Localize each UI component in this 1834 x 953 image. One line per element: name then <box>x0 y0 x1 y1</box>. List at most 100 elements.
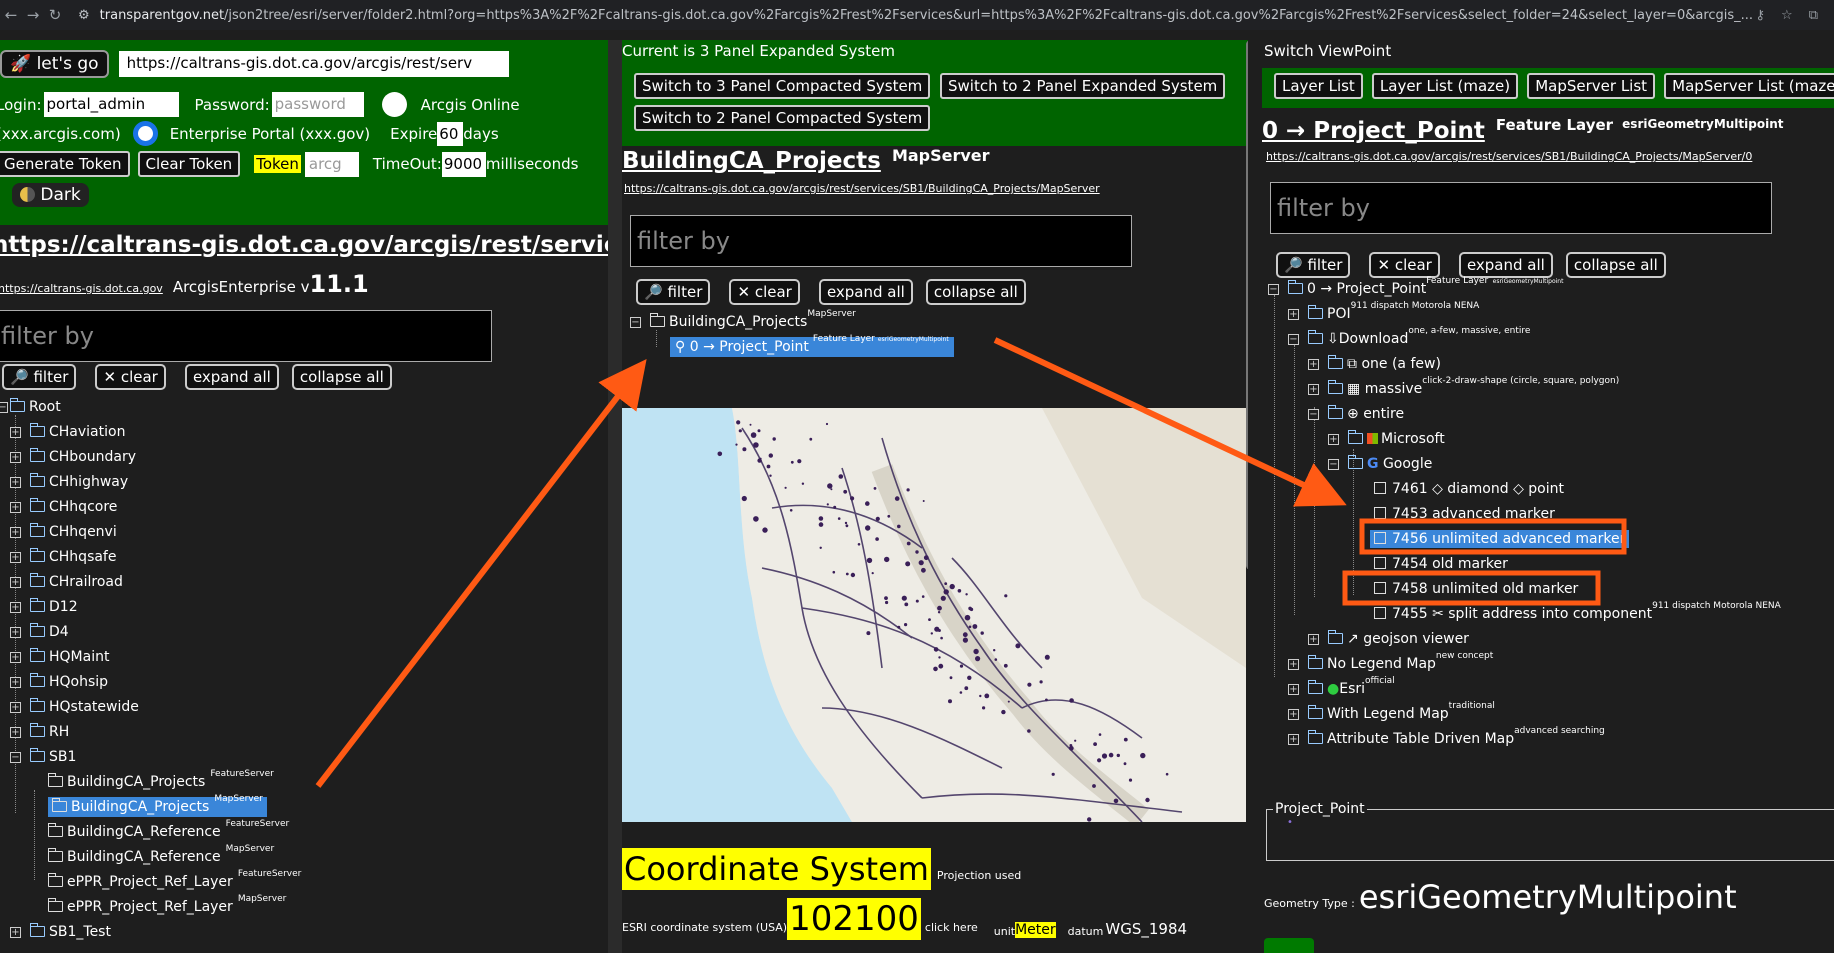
expand-icon[interactable]: + <box>10 427 21 438</box>
tree-entire[interactable]: − ⊕ entire <box>1262 402 1834 427</box>
expand-icon[interactable]: + <box>10 627 21 638</box>
tree-folder-sb1-test[interactable]: + SB1_Test <box>0 920 608 945</box>
key-icon[interactable]: ⚷ <box>1756 8 1766 23</box>
tree-layer-root[interactable]: − 0 → Project_PointFeature Layer esriGeo… <box>1262 277 1834 302</box>
tree-folder[interactable]: − SB1 <box>0 745 608 770</box>
tree-google-7453[interactable]: 7453 advanced marker <box>1262 502 1834 527</box>
tree-service[interactable]: BuildingCA_Reference MapServer <box>0 845 608 870</box>
clear-button[interactable]: ✕ clear <box>95 364 166 390</box>
expand-icon[interactable]: + <box>10 502 21 513</box>
expand-icon[interactable]: + <box>1288 684 1299 695</box>
tree-one-a-few[interactable]: + ⧉ one (a few) <box>1262 352 1834 377</box>
filter-input[interactable]: filter by <box>1270 182 1772 234</box>
root-url-link[interactable]: https://caltrans-gis.dot.ca.gov <box>0 282 163 295</box>
filter-input[interactable]: filter by <box>630 215 1132 267</box>
tree-folder[interactable]: + CHhqsafe <box>0 545 608 570</box>
expand-icon[interactable]: + <box>1308 384 1319 395</box>
tree-service[interactable]: BuildingCA_Projects FeatureServer <box>0 770 608 795</box>
collapse-icon[interactable]: − <box>0 402 8 413</box>
wkid-value[interactable]: 102100 <box>787 898 921 940</box>
filter-button[interactable]: 🔎 filter <box>2 364 77 390</box>
collapse-icon[interactable]: − <box>630 317 641 328</box>
expand-icon[interactable]: + <box>1288 709 1299 720</box>
tree-microsoft[interactable]: + Microsoft <box>1262 427 1834 452</box>
expand-icon[interactable]: + <box>10 602 21 613</box>
password-input[interactable]: password <box>271 92 364 117</box>
address-bar[interactable]: ⚙ transparentgov.net /json2tree/esri/ser… <box>78 8 1756 23</box>
expand-all-button[interactable]: expand all <box>1458 252 1553 278</box>
tree-layer-project-point[interactable]: ⚲ 0 → Project_Point Feature Layer esriGeom… <box>630 335 1230 360</box>
tree-folder[interactable]: + CHaviation <box>0 420 608 445</box>
dark-mode-button[interactable]: Dark <box>12 183 89 207</box>
panel-divider-left[interactable] <box>608 40 622 953</box>
expand-icon[interactable]: + <box>10 577 21 588</box>
clear-button[interactable]: ✕ clear <box>729 279 800 305</box>
expand-icon[interactable]: + <box>10 677 21 688</box>
lets-go-button[interactable]: 🚀 let's go <box>0 50 109 78</box>
expand-icon[interactable]: + <box>1308 359 1319 370</box>
collapse-icon[interactable]: − <box>1308 409 1319 420</box>
collapse-icon[interactable]: − <box>1268 284 1279 295</box>
tree-service[interactable]: BuildingCA_Projects MapServer <box>0 795 608 820</box>
tree-service-root[interactable]: − BuildingCA_ProjectsMapServer <box>630 310 1230 335</box>
timeout-input[interactable]: 9000 <box>441 151 486 177</box>
tree-folder[interactable]: + CHhighway <box>0 470 608 495</box>
expand-all-button[interactable]: expand all <box>818 279 913 305</box>
mapserver-list-maze-button[interactable]: MapServer List (maze <box>1664 73 1834 99</box>
click-here-link[interactable]: click here <box>925 921 978 934</box>
tree-folder[interactable]: + RH <box>0 720 608 745</box>
url-input[interactable]: https://caltrans-gis.dot.ca.gov/arcgis/r… <box>118 51 509 77</box>
expire-input[interactable]: 60 <box>437 121 464 146</box>
layer-title-link[interactable]: 0 → Project_Point <box>1262 118 1485 144</box>
expand-icon[interactable]: + <box>1288 659 1299 670</box>
reload-icon[interactable]: ↻ <box>44 6 66 24</box>
tree-with-legend-map[interactable]: + With Legend Maptraditional <box>1262 702 1834 727</box>
expand-icon[interactable]: + <box>10 652 21 663</box>
expand-all-button[interactable]: expand all <box>184 364 279 390</box>
tree-service[interactable]: ePPR_Project_Ref_Layer MapServer <box>0 895 608 920</box>
collapse-icon[interactable]: − <box>1328 459 1339 470</box>
clear-button[interactable]: ✕ clear <box>1369 252 1440 278</box>
expand-icon[interactable]: + <box>10 927 21 938</box>
panel-divider-right[interactable] <box>1248 40 1262 953</box>
collapse-all-button[interactable]: collapse all <box>1565 252 1666 278</box>
expand-icon[interactable]: + <box>1308 634 1319 645</box>
service-title-link[interactable]: BuildingCA_Projects <box>622 148 881 174</box>
services-url-link[interactable]: https://caltrans-gis.dot.ca.gov/arcgis/r… <box>0 232 608 258</box>
clear-token-button[interactable]: Clear Token <box>137 151 241 177</box>
expand-icon[interactable]: + <box>10 527 21 538</box>
tree-no-legend-map[interactable]: + No Legend Mapnew concept <box>1262 652 1834 677</box>
filter-button[interactable]: 🔎 filter <box>1276 252 1351 278</box>
tree-folder[interactable]: + CHhqcore <box>0 495 608 520</box>
layer-url-link[interactable]: https://caltrans-gis.dot.ca.gov/arcgis/r… <box>1266 150 1752 163</box>
collapse-all-button[interactable]: collapse all <box>291 364 392 390</box>
site-info-icon[interactable]: ⚙ <box>78 8 90 23</box>
extensions-icon[interactable]: ⧉ <box>1809 8 1818 23</box>
tree-folder[interactable]: + CHhqenvi <box>0 520 608 545</box>
tree-folder[interactable]: + HQohsip <box>0 670 608 695</box>
tree-google-7454[interactable]: 7454 old marker <box>1262 552 1834 577</box>
tree-geojson[interactable]: + ↗ geojson viewer <box>1262 627 1834 652</box>
arcgis-online-radio[interactable] <box>381 92 407 117</box>
expand-icon[interactable]: + <box>1288 309 1299 320</box>
filter-button[interactable]: 🔎 filter <box>636 279 711 305</box>
tree-google-7456[interactable]: 7456 unlimited advanced marker <box>1262 527 1834 552</box>
tree-poi[interactable]: + POI911 dispatch Motorola NENA <box>1262 302 1834 327</box>
back-icon[interactable]: ← <box>0 6 22 24</box>
layer-list-button[interactable]: Layer List <box>1274 73 1363 99</box>
switch-3-compact-button[interactable]: Switch to 3 Panel Compacted System <box>634 73 931 99</box>
expand-icon[interactable]: + <box>10 727 21 738</box>
tree-google-7458[interactable]: 7458 unlimited old marker <box>1262 577 1834 602</box>
generate-token-button[interactable]: Generate Token <box>0 151 130 177</box>
tree-service[interactable]: BuildingCA_Reference FeatureServer <box>0 820 608 845</box>
expand-icon[interactable]: + <box>1328 434 1339 445</box>
token-input[interactable]: arcg <box>304 151 359 177</box>
green-tab[interactable] <box>1264 938 1314 953</box>
tree-google-7461[interactable]: 7461 ◇ diamond ◇ point <box>1262 477 1834 502</box>
expand-icon[interactable]: + <box>1288 734 1299 745</box>
tree-folder[interactable]: + CHrailroad <box>0 570 608 595</box>
switch-2-expanded-button[interactable]: Switch to 2 Panel Expanded System <box>940 73 1226 99</box>
filter-input[interactable]: filter by <box>0 310 492 362</box>
tree-download[interactable]: − ⇩Downloadone, a-few, massive, entire <box>1262 327 1834 352</box>
tree-massive[interactable]: + ▦ massiveclick-2-draw-shape (circle, s… <box>1262 377 1834 402</box>
